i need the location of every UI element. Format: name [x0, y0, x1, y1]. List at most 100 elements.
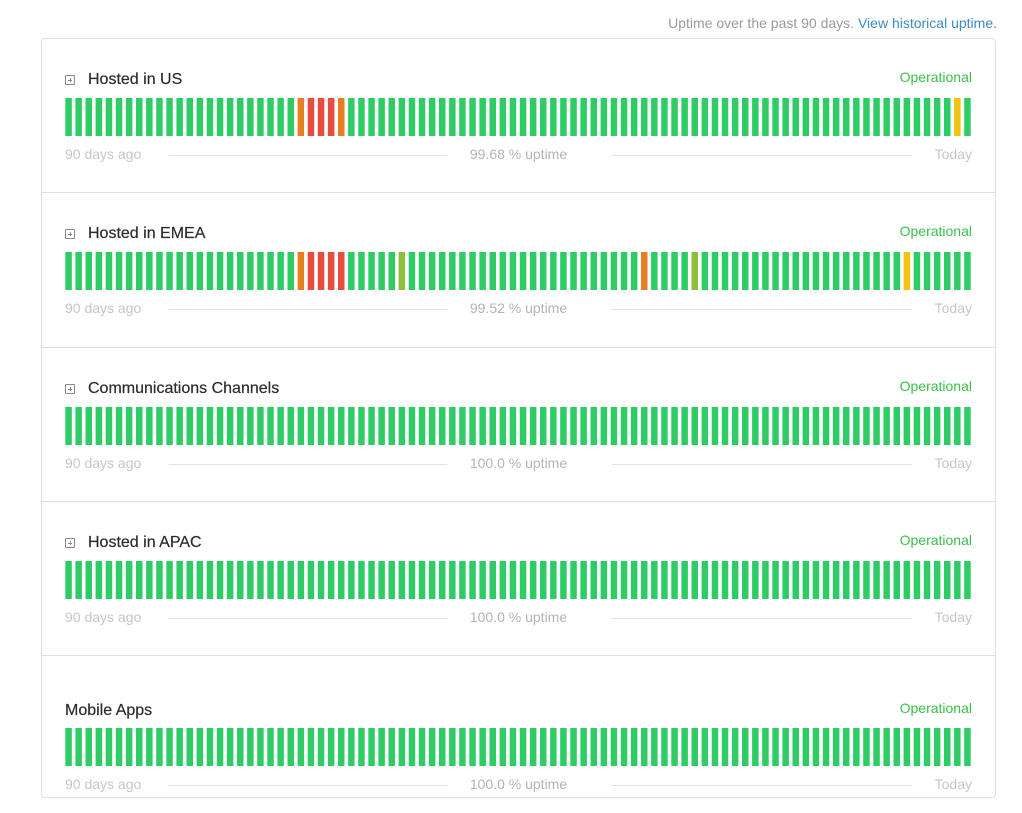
uptime-day-bar[interactable] — [136, 407, 143, 445]
uptime-day-bar[interactable] — [156, 407, 163, 445]
uptime-day-bar[interactable] — [560, 252, 567, 290]
uptime-day-bar[interactable] — [348, 98, 355, 136]
uptime-day-bar[interactable] — [691, 728, 699, 766]
uptime-day-bar[interactable] — [327, 728, 335, 766]
uptime-day-bar[interactable] — [772, 728, 779, 766]
uptime-day-bar[interactable] — [832, 407, 840, 445]
uptime-day-bar[interactable] — [146, 561, 153, 599]
uptime-day-bar[interactable] — [863, 728, 870, 766]
uptime-day-bar[interactable] — [216, 561, 224, 599]
uptime-day-bar[interactable] — [731, 728, 739, 766]
uptime-day-bar[interactable] — [146, 252, 153, 290]
uptime-day-bar[interactable] — [580, 252, 587, 290]
uptime-day-bar[interactable] — [540, 407, 547, 445]
uptime-day-bar[interactable] — [327, 252, 335, 290]
uptime-day-bar[interactable] — [782, 407, 789, 445]
uptime-day-bar[interactable] — [752, 98, 759, 136]
uptime-day-bar[interactable] — [327, 407, 335, 445]
uptime-day-bar[interactable] — [489, 407, 497, 445]
uptime-day-bar[interactable] — [307, 252, 315, 290]
uptime-day-bar[interactable] — [136, 561, 143, 599]
uptime-day-bar[interactable] — [206, 728, 214, 766]
uptime-day-bar[interactable] — [499, 561, 507, 599]
uptime-day-bar[interactable] — [307, 407, 315, 445]
uptime-day-bar[interactable] — [832, 728, 840, 766]
uptime-day-bar[interactable] — [691, 98, 699, 136]
uptime-day-bar[interactable] — [398, 98, 406, 136]
uptime-day-bar[interactable] — [65, 98, 72, 136]
uptime-day-bar[interactable] — [105, 252, 113, 290]
uptime-day-bar[interactable] — [216, 252, 224, 290]
uptime-day-bar[interactable] — [449, 98, 456, 136]
uptime-day-bar[interactable] — [600, 98, 608, 136]
uptime-day-bar[interactable] — [176, 728, 183, 766]
uptime-day-bar[interactable] — [206, 252, 214, 290]
uptime-day-bar[interactable] — [368, 252, 375, 290]
uptime-day-bar[interactable] — [954, 252, 961, 290]
uptime-day-bar[interactable] — [348, 407, 355, 445]
uptime-day-bar[interactable] — [499, 728, 507, 766]
uptime-day-bar[interactable] — [75, 561, 82, 599]
uptime-day-bar[interactable] — [944, 252, 951, 290]
uptime-day-bar[interactable] — [923, 98, 931, 136]
uptime-day-bar[interactable] — [883, 561, 890, 599]
uptime-day-bar[interactable] — [388, 728, 396, 766]
uptime-day-bar[interactable] — [196, 98, 204, 136]
uptime-day-bar[interactable] — [560, 561, 567, 599]
uptime-day-bar[interactable] — [933, 98, 941, 136]
uptime-day-bar[interactable] — [742, 98, 749, 136]
uptime-day-bar[interactable] — [338, 252, 345, 290]
uptime-day-bar[interactable] — [944, 728, 951, 766]
uptime-day-bar[interactable] — [954, 407, 961, 445]
uptime-day-bar[interactable] — [711, 407, 719, 445]
uptime-day-bar[interactable] — [125, 407, 133, 445]
uptime-day-bar[interactable] — [196, 728, 204, 766]
uptime-day-bar[interactable] — [418, 561, 426, 599]
uptime-day-bar[interactable] — [550, 252, 557, 290]
uptime-day-bar[interactable] — [570, 98, 577, 136]
uptime-day-bar[interactable] — [519, 407, 527, 445]
uptime-day-bar[interactable] — [540, 728, 547, 766]
uptime-day-bar[interactable] — [873, 728, 880, 766]
uptime-day-bar[interactable] — [893, 252, 901, 290]
uptime-day-bar[interactable] — [368, 728, 375, 766]
uptime-day-bar[interactable] — [691, 407, 699, 445]
uptime-day-bar[interactable] — [529, 561, 537, 599]
uptime-day-bar[interactable] — [85, 98, 93, 136]
uptime-day-bar[interactable] — [95, 561, 103, 599]
uptime-day-bar[interactable] — [651, 252, 658, 290]
uptime-day-bar[interactable] — [489, 561, 497, 599]
uptime-day-bar[interactable] — [812, 98, 820, 136]
uptime-day-bar[interactable] — [469, 252, 476, 290]
uptime-day-bar[interactable] — [206, 407, 214, 445]
uptime-day-bar[interactable] — [368, 98, 375, 136]
uptime-day-bar[interactable] — [509, 561, 517, 599]
uptime-day-bar[interactable] — [75, 252, 82, 290]
uptime-day-bar[interactable] — [782, 728, 789, 766]
uptime-day-bar[interactable] — [590, 728, 598, 766]
uptime-day-bar[interactable] — [307, 561, 315, 599]
uptime-day-bar[interactable] — [509, 252, 517, 290]
uptime-day-bar[interactable] — [913, 98, 921, 136]
uptime-day-bar[interactable] — [630, 728, 638, 766]
uptime-day-bar[interactable] — [752, 728, 759, 766]
uptime-day-bar[interactable] — [873, 561, 880, 599]
uptime-day-bar[interactable] — [136, 252, 143, 290]
uptime-day-bar[interactable] — [822, 728, 830, 766]
uptime-day-bar[interactable] — [277, 728, 284, 766]
uptime-day-bar[interactable] — [853, 561, 860, 599]
uptime-day-bar[interactable] — [802, 407, 810, 445]
uptime-day-bar[interactable] — [661, 561, 668, 599]
uptime-day-bar[interactable] — [671, 98, 678, 136]
uptime-day-bar[interactable] — [570, 728, 577, 766]
uptime-day-bar[interactable] — [964, 407, 971, 445]
uptime-day-bar[interactable] — [418, 252, 426, 290]
uptime-day-bar[interactable] — [287, 407, 295, 445]
uptime-day-bar[interactable] — [358, 407, 365, 445]
uptime-day-bar[interactable] — [428, 252, 436, 290]
uptime-day-bar[interactable] — [226, 728, 234, 766]
uptime-day-bar[interactable] — [822, 561, 830, 599]
uptime-day-bar[interactable] — [550, 98, 557, 136]
uptime-day-bar[interactable] — [267, 561, 274, 599]
uptime-day-bar[interactable] — [641, 98, 648, 136]
